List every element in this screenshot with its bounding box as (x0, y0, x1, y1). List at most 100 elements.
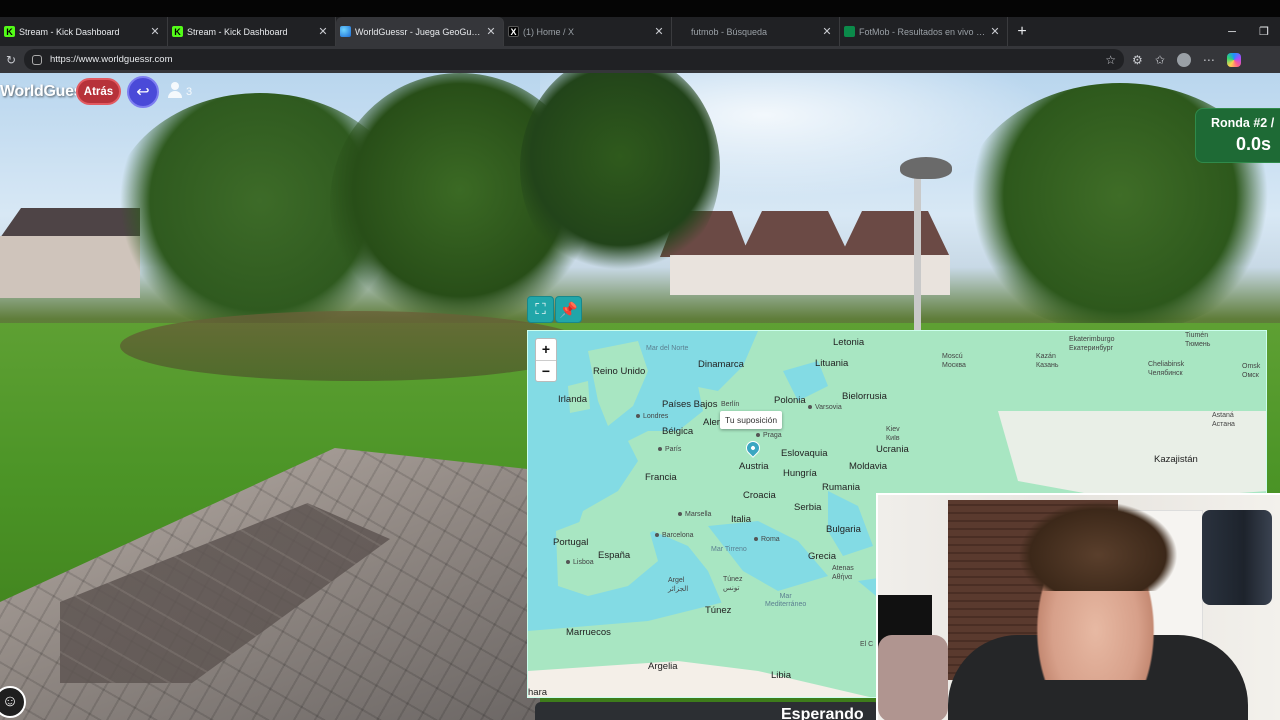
map-label: Rumania (822, 482, 861, 493)
extensions-icon[interactable]: ⚙ (1132, 53, 1143, 67)
map-label: Mar del Norte (646, 345, 689, 352)
map-label: Berlín (721, 401, 740, 408)
address-bar: ↻ https://www.worldguessr.com ☆ ⚙ ✩ ⋯ (0, 46, 1280, 73)
map-label: Francia (645, 472, 677, 483)
map-label: Kazán Казань (1036, 353, 1059, 369)
url-field[interactable]: https://www.worldguessr.com ☆ (24, 49, 1124, 70)
zoom-in-button[interactable]: + (536, 339, 556, 360)
more-icon[interactable]: ⋯ (1203, 53, 1215, 67)
new-tab-button[interactable]: + (1008, 17, 1036, 46)
close-icon[interactable]: ✕ (821, 25, 833, 38)
map-label: Serbia (794, 502, 822, 513)
profile-icon[interactable] (1176, 52, 1191, 67)
toolbar-icons: ⚙ ✩ ⋯ (1132, 52, 1241, 67)
map-label: Portugal (553, 537, 589, 548)
search-icon (676, 26, 687, 37)
expand-map-icon[interactable]: ⛶ (527, 296, 554, 323)
round-panel: Ronda #2 / 0.0s (1195, 108, 1280, 163)
map-label: Tiumén Тюмень (1185, 332, 1211, 348)
map-label: Italia (731, 514, 752, 525)
tab-title: Stream - Kick Dashboard (19, 26, 120, 37)
tab-title: futmob - Búsqueda (691, 26, 768, 37)
map-label: hara (528, 687, 548, 698)
map-label: Marruecos (566, 627, 611, 638)
hanging-coats (1202, 510, 1272, 605)
streamer-hair (1018, 501, 1178, 591)
map-label: Eslovaquia (781, 448, 828, 459)
maximize-button[interactable]: ❐ (1248, 25, 1280, 38)
close-icon[interactable]: ✕ (989, 25, 1001, 38)
player-count: 3 (168, 82, 192, 98)
tab-title: FotMob - Resultados en vivo de fútbol (859, 26, 989, 37)
map-label: Letonia (833, 337, 865, 348)
zoom-out-button[interactable]: − (536, 359, 556, 382)
map-label: Mar Mediterráneo (765, 593, 807, 608)
guess-tooltip: Tu suposición (720, 411, 783, 429)
map-label: Croacia (743, 490, 776, 501)
url-text[interactable]: https://www.worldguessr.com (50, 54, 1105, 65)
back-button[interactable]: Atrás (76, 78, 121, 105)
map-label: Marsella (678, 511, 711, 518)
reload-icon[interactable]: ↻ (2, 53, 20, 67)
map-label: Mar Tirreno (711, 546, 747, 553)
tab-kick-dashboard-1[interactable]: K Stream - Kick Dashboard ✕ (0, 17, 168, 46)
map-label: Astaná Астана (1212, 412, 1235, 428)
return-to-start-icon[interactable]: ↩ (127, 76, 159, 108)
map-label: Barcelona (655, 532, 694, 539)
map-label: Cheliabinsk Челябинск (1148, 361, 1185, 377)
site-info-icon[interactable] (32, 54, 42, 65)
map-label: Aler (703, 417, 720, 428)
map-label: Omsk Омск (1242, 363, 1261, 379)
close-icon[interactable]: ✕ (485, 25, 497, 38)
tab-futmob-search[interactable]: futmob - Búsqueda ✕ (672, 17, 840, 46)
map-label: España (598, 550, 631, 561)
map-label: Ekaterimburgo Екатеринбург (1069, 336, 1115, 352)
map-label: Túnez تونس (723, 576, 743, 592)
map-label: Moscú Москва (942, 353, 966, 369)
tab-title: Stream - Kick Dashboard (187, 26, 288, 37)
close-icon[interactable]: ✕ (653, 25, 665, 38)
close-icon[interactable]: ✕ (149, 25, 161, 38)
minimize-button[interactable]: ─ (1216, 26, 1248, 38)
round-label: Ronda #2 / (1211, 116, 1275, 130)
tab-fotmob[interactable]: FotMob - Resultados en vivo de fútbol ✕ (840, 17, 1008, 46)
pin-map-icon[interactable]: 📌 (555, 296, 582, 323)
worldguessr-logo: WorldGuessr (0, 83, 76, 100)
close-icon[interactable]: ✕ (317, 25, 329, 38)
map-label: Irlanda (558, 394, 588, 405)
globe-icon (340, 26, 351, 37)
map-label: Países Bajos (662, 399, 718, 410)
top-strip (0, 0, 1280, 17)
copilot-icon[interactable] (1226, 52, 1241, 67)
map-label: Argel الجزائر (668, 577, 689, 593)
street-lamp-head (900, 157, 952, 179)
street-lamp-pole (914, 173, 921, 333)
map-label: Grecia (808, 551, 836, 562)
map-label: Bélgica (662, 426, 694, 437)
map-label: Túnez (705, 605, 732, 616)
map-label: Lituania (815, 358, 849, 369)
tab-worldguessr[interactable]: WorldGuessr - Juega GeoGuessr gratis ✕ (336, 17, 504, 46)
map-label: Praga (756, 432, 782, 439)
map-label: Londres (636, 413, 668, 420)
map-label: El C (860, 641, 874, 648)
map-label: Argelia (648, 661, 678, 672)
tab-title: WorldGuessr - Juega GeoGuessr gratis (355, 26, 485, 37)
map-label: Reino Unido (593, 366, 646, 377)
tab-x-home[interactable]: X (1) Home / X ✕ (504, 17, 672, 46)
map-label: Polonia (774, 395, 806, 406)
map-label: Bulgaria (826, 524, 861, 535)
kick-icon: K (172, 26, 183, 37)
map-label: Dinamarca (698, 359, 744, 370)
tab-kick-dashboard-2[interactable]: K Stream - Kick Dashboard ✕ (168, 17, 336, 46)
favorites-icon[interactable]: ✩ (1155, 53, 1165, 67)
map-zoom-controls: + − (535, 338, 557, 382)
map-label: Ucrania (876, 444, 909, 455)
map-label: Kazajistán (1154, 454, 1198, 465)
kick-icon: K (4, 26, 15, 37)
x-icon: X (508, 26, 519, 37)
user-icon (168, 82, 182, 98)
round-timer: 0.0s (1236, 134, 1272, 154)
star-icon[interactable]: ☆ (1105, 53, 1116, 67)
tab-bar: K Stream - Kick Dashboard ✕ K Stream - K… (0, 17, 1280, 46)
